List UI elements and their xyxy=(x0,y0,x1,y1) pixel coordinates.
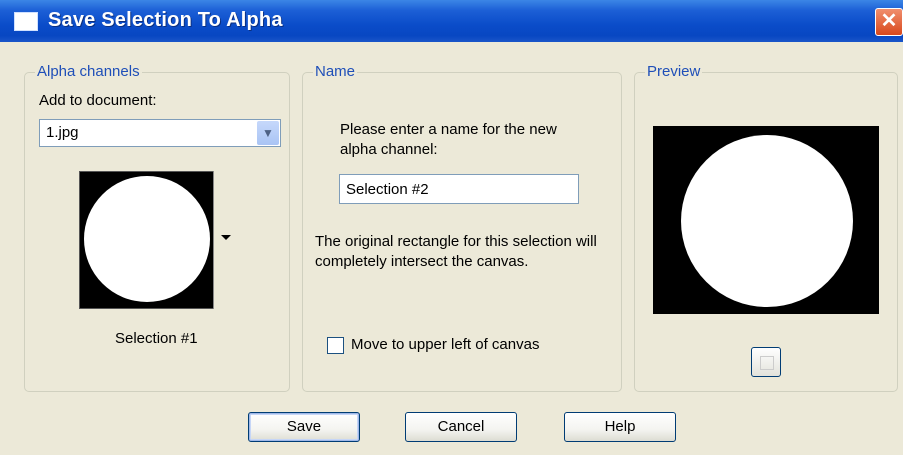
chevron-down-icon[interactable]: ▼ xyxy=(257,121,279,145)
intersection-info-text: The original rectangle for this selectio… xyxy=(315,233,597,270)
preview-selection-shape xyxy=(681,135,853,307)
alpha-channels-label: Alpha channels xyxy=(35,63,142,80)
thumbnail-label: Selection #1 xyxy=(115,330,198,347)
window-title: Save Selection To Alpha xyxy=(48,9,283,31)
document-select[interactable]: 1.jpg ▼ xyxy=(39,119,281,147)
alpha-channels-group: Alpha channels Add to document: 1.jpg ▼ … xyxy=(24,63,290,392)
cancel-button[interactable]: Cancel xyxy=(405,412,517,442)
save-selection-dialog: Save Selection To Alpha ✕ Alpha channels… xyxy=(0,0,903,455)
title-bar[interactable]: Save Selection To Alpha ✕ xyxy=(0,0,903,42)
close-button[interactable]: ✕ xyxy=(875,8,903,36)
save-button[interactable]: Save xyxy=(248,412,360,442)
preview-toggle-button[interactable] xyxy=(751,347,781,377)
move-to-upper-left-checkbox[interactable] xyxy=(327,337,344,354)
thumbnail-dropdown-button[interactable] xyxy=(213,171,237,309)
name-group-label: Name xyxy=(313,63,358,80)
name-instruction: Please enter a name for the new alpha ch… xyxy=(340,121,557,158)
dropdown-arrow-icon xyxy=(221,235,231,240)
preview-group: Preview xyxy=(634,63,898,392)
close-icon: ✕ xyxy=(880,10,898,32)
preview-toggle-icon xyxy=(760,356,774,370)
preview-group-label: Preview xyxy=(645,63,703,80)
help-button[interactable]: Help xyxy=(564,412,676,442)
preview-canvas xyxy=(653,126,879,314)
window-icon xyxy=(14,12,38,31)
add-to-document-label: Add to document: xyxy=(39,92,157,109)
thumbnail-selection-shape xyxy=(84,176,210,302)
document-select-value: 1.jpg xyxy=(46,124,79,141)
channel-thumbnail[interactable] xyxy=(79,171,237,309)
move-to-upper-left-label[interactable]: Move to upper left of canvas xyxy=(351,335,539,355)
alpha-channel-name-input[interactable] xyxy=(339,174,579,204)
name-group: Name Please enter a name for the new alp… xyxy=(302,63,622,392)
